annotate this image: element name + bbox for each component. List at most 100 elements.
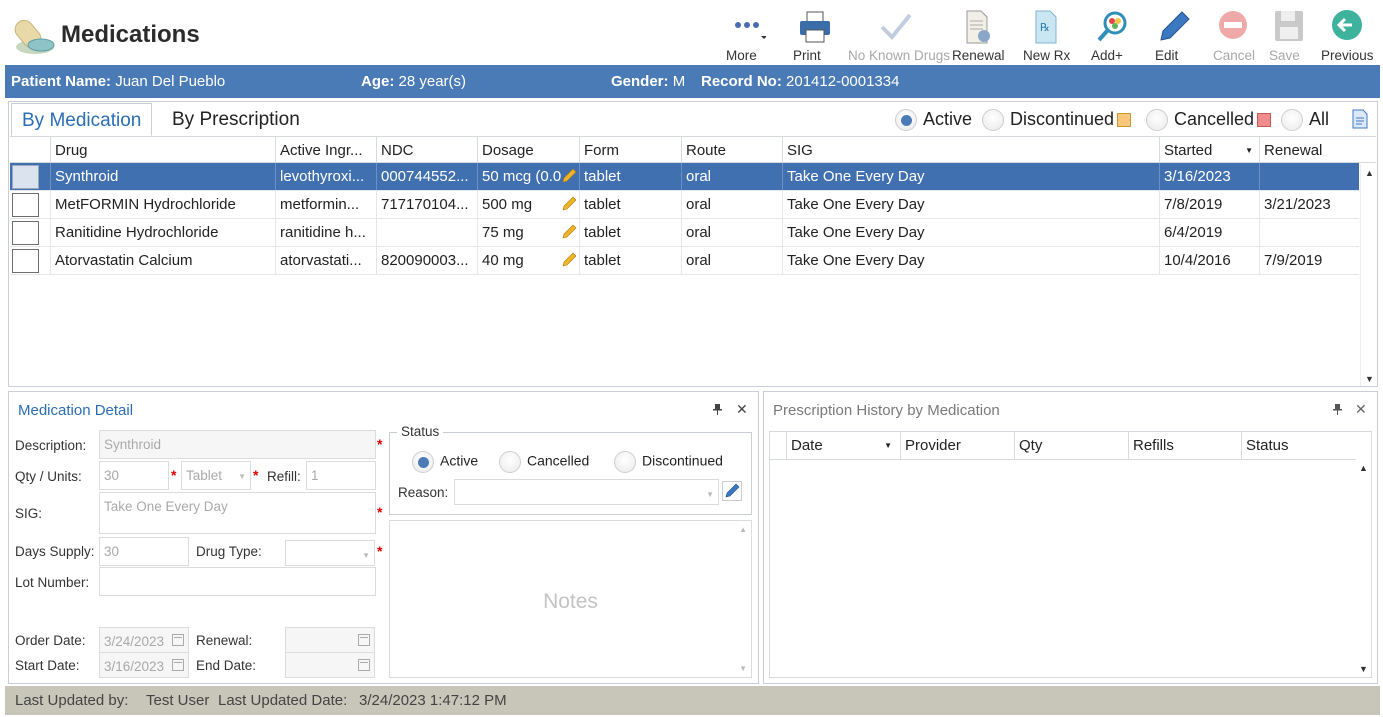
status-active-option[interactable]: Active (412, 451, 478, 473)
table-row[interactable]: Atorvastatin Calcium atorvastati... 820090… (10, 247, 1359, 275)
close-icon[interactable]: ✕ (1355, 401, 1367, 418)
description-field[interactable]: Synthroid (99, 430, 376, 459)
calendar-icon[interactable] (358, 659, 370, 671)
history-scrollbar[interactable]: ▲ ▼ (1355, 460, 1371, 677)
required-marker: * (253, 467, 259, 483)
edit-reason-icon[interactable] (722, 481, 742, 501)
calendar-icon[interactable] (358, 634, 370, 646)
pencil-icon[interactable] (562, 224, 577, 239)
cell-started: 10/4/2016 (1159, 247, 1259, 274)
filter-discontinued[interactable]: Discontinued (982, 109, 1132, 132)
pin-icon[interactable] (1333, 404, 1342, 415)
table-row[interactable]: Synthroid levothyroxi... 000744552... 50 mc… (10, 163, 1359, 191)
report-icon[interactable] (1351, 109, 1369, 129)
header-form[interactable]: Form (579, 137, 681, 163)
scroll-up-icon[interactable]: ▲ (1365, 168, 1374, 178)
sig-field[interactable]: Take One Every Day (99, 492, 376, 534)
required-marker: * (171, 467, 177, 483)
cancel-button[interactable]: Cancel (1213, 5, 1255, 65)
header-ndc[interactable]: NDC (376, 137, 477, 163)
start-date-picker[interactable]: 3/16/2023 (99, 652, 189, 678)
scroll-down-icon[interactable]: ▼ (1365, 374, 1374, 384)
units-dropdown[interactable]: Tablet ▼ (181, 461, 251, 490)
radio-status-active[interactable] (412, 451, 434, 473)
new-rx-button[interactable]: ℞ New Rx (1023, 5, 1070, 65)
cell-sig: Take One Every Day (782, 191, 1159, 218)
filter-cancelled[interactable]: Cancelled (1146, 109, 1272, 132)
cell-renewal: 7/9/2019 (1259, 247, 1359, 274)
header-checkbox-col (10, 137, 50, 163)
filter-all[interactable]: All (1281, 109, 1329, 132)
cell-form: tablet (579, 219, 681, 246)
radio-cancelled[interactable] (1146, 109, 1168, 132)
qty-field[interactable]: 30 (99, 461, 169, 490)
pencil-icon[interactable] (562, 196, 577, 211)
header-active-ingredient[interactable]: Active Ingr... (275, 137, 376, 163)
notes-field[interactable]: Notes ▲ ▼ (389, 520, 752, 678)
radio-status-discontinued[interactable] (614, 451, 636, 473)
header-refills[interactable]: Refills (1128, 432, 1241, 459)
status-discontinued-option[interactable]: Discontinued (614, 451, 723, 473)
header-dosage[interactable]: Dosage (477, 137, 579, 163)
header-route[interactable]: Route (681, 137, 782, 163)
reason-dropdown[interactable]: ▼ (454, 479, 719, 505)
pencil-icon[interactable] (562, 252, 577, 267)
cell-renewal (1259, 163, 1359, 190)
table-row[interactable]: MetFORMIN Hydrochloride metformin... 71717… (10, 191, 1359, 219)
save-button[interactable]: Save (1269, 5, 1309, 65)
renewal-button[interactable]: Renewal (952, 5, 1005, 65)
header-drug[interactable]: Drug (50, 137, 275, 163)
row-checkbox[interactable] (12, 193, 39, 217)
grid-header: Drug Active Ingr... NDC Dosage Form Rout… (10, 136, 1376, 163)
print-button[interactable]: Print (793, 5, 837, 65)
drug-type-dropdown[interactable]: ▼ (285, 540, 375, 566)
radio-discontinued[interactable] (982, 109, 1004, 132)
header-provider[interactable]: Provider (900, 432, 1014, 459)
tab-by-medication[interactable]: By Medication (11, 103, 153, 136)
header-qty[interactable]: Qty (1014, 432, 1128, 459)
pin-icon[interactable] (713, 404, 722, 415)
refill-field[interactable]: 1 (306, 461, 376, 490)
renewal-date-picker[interactable] (285, 627, 375, 653)
header-started[interactable]: Started ▼ (1159, 137, 1259, 163)
no-known-drugs-button[interactable]: No Known Drugs (848, 5, 950, 65)
scroll-up-icon[interactable]: ▲ (739, 525, 747, 534)
scroll-down-icon[interactable]: ▼ (1359, 664, 1368, 674)
lot-number-field[interactable] (99, 567, 376, 596)
header-renewal[interactable]: Renewal (1259, 137, 1359, 163)
radio-active[interactable] (895, 109, 917, 132)
renewal-label: Renewal: (196, 633, 253, 648)
cell-route: oral (681, 219, 782, 246)
scroll-up-icon[interactable]: ▲ (1359, 463, 1368, 473)
radio-all[interactable] (1281, 109, 1303, 132)
tab-by-prescription[interactable]: By Prescription (162, 103, 310, 136)
detail-title: Medication Detail (18, 402, 134, 419)
close-icon[interactable]: ✕ (736, 401, 748, 418)
add-plus-button[interactable]: Add+ (1091, 5, 1135, 65)
pencil-icon[interactable] (562, 168, 577, 183)
patient-gender: M (672, 73, 686, 90)
header-sig[interactable]: SIG (782, 137, 1159, 163)
radio-status-cancelled[interactable] (499, 451, 521, 473)
edit-button[interactable]: Edit (1155, 5, 1195, 65)
row-checkbox[interactable] (12, 249, 39, 273)
calendar-icon[interactable] (172, 659, 184, 671)
status-cancelled-option[interactable]: Cancelled (499, 451, 589, 473)
filter-active[interactable]: Active (895, 109, 972, 132)
table-row[interactable]: Ranitidine Hydrochloride ranitidine h... 7… (10, 219, 1359, 247)
list-scrollbar[interactable]: ▲ ▼ (1360, 164, 1377, 386)
header: Medications More Print No Known Drugs Re… (5, 5, 1380, 65)
chevron-down-icon: ▼ (362, 551, 370, 560)
row-checkbox[interactable] (12, 221, 39, 245)
order-date-picker[interactable]: 3/24/2023 (99, 627, 189, 653)
required-marker: * (377, 436, 383, 452)
header-status[interactable]: Status (1241, 432, 1356, 459)
scroll-down-icon[interactable]: ▼ (739, 664, 747, 673)
row-checkbox[interactable] (12, 165, 39, 189)
days-supply-field[interactable]: 30 (99, 537, 189, 566)
previous-button[interactable]: Previous (1321, 5, 1374, 65)
calendar-icon[interactable] (172, 634, 184, 646)
end-date-picker[interactable] (285, 652, 375, 678)
more-button[interactable]: More (726, 5, 770, 65)
header-date[interactable]: Date ▼ (786, 432, 900, 459)
